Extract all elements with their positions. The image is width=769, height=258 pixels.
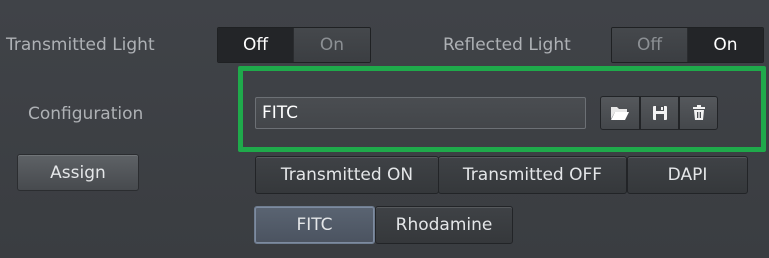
transmitted-light-label: Transmitted Light [6, 35, 155, 55]
reflected-light-toggle: Off On [611, 27, 764, 63]
transmitted-light-toggle: Off On [217, 27, 371, 63]
transmitted-light-off-option[interactable]: Off [218, 28, 294, 62]
preset-dapi-button[interactable]: DAPI [627, 156, 748, 194]
configuration-highlight-box [238, 66, 766, 152]
preset-fitc-button[interactable]: FITC [254, 206, 375, 244]
preset-transmitted-off-button[interactable]: Transmitted OFF [438, 156, 627, 194]
light-path-panel: Transmitted Light Off On Reflected Light… [0, 0, 769, 258]
assign-button[interactable]: Assign [17, 154, 139, 191]
preset-rhodamine-button[interactable]: Rhodamine [375, 206, 513, 244]
preset-transmitted-on-button[interactable]: Transmitted ON [255, 156, 439, 194]
reflected-light-on-option[interactable]: On [688, 28, 763, 62]
reflected-light-off-option[interactable]: Off [612, 28, 688, 62]
configuration-label: Configuration [28, 104, 144, 124]
transmitted-light-on-option[interactable]: On [294, 28, 370, 62]
reflected-light-label: Reflected Light [443, 35, 571, 55]
